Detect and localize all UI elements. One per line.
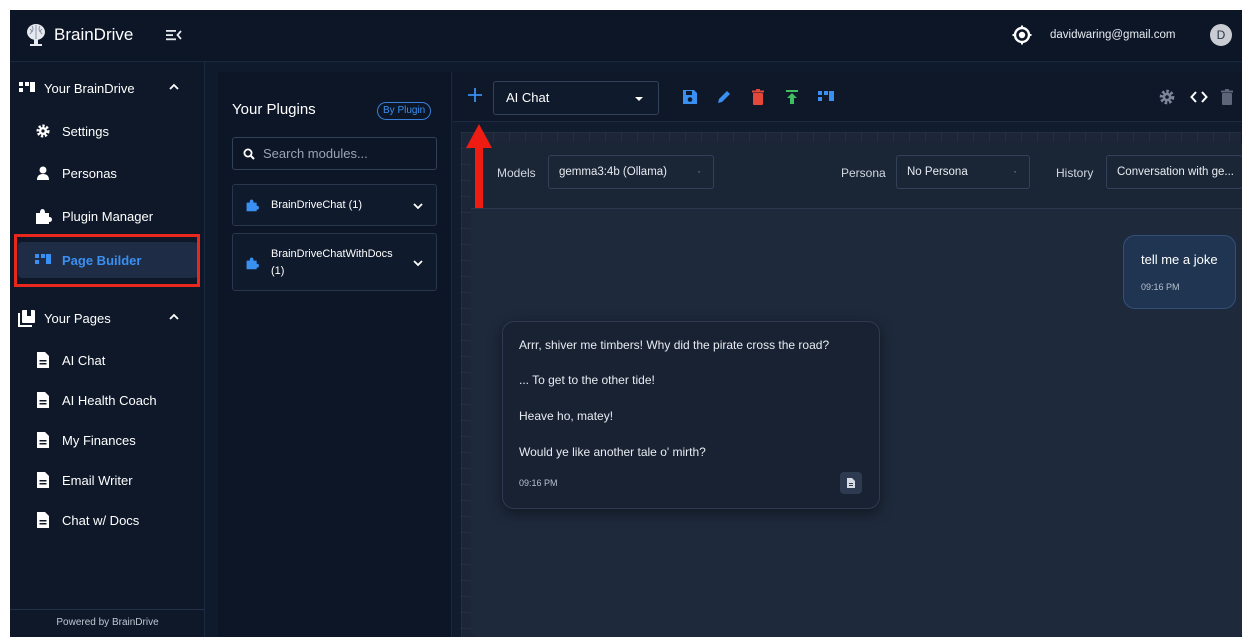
page-select-value: AI Chat — [506, 90, 550, 105]
brand-name: BrainDrive — [54, 25, 134, 44]
sidebar-item-label: Email Writer — [62, 472, 133, 488]
document-icon — [34, 391, 52, 409]
user-email[interactable]: davidwaring@gmail.com — [1050, 29, 1175, 41]
chevron-down-icon[interactable] — [412, 258, 424, 268]
plugins-title: Your Plugins — [232, 101, 316, 118]
view-toggle-button[interactable]: By Plugin — [377, 102, 432, 120]
sidebar-section-your-braindrive[interactable]: Your BrainDrive — [10, 72, 205, 104]
persona-label: Persona — [841, 166, 886, 180]
chat-module[interactable]: Models gemma3:4b (Ollama) · Persona No P… — [471, 142, 1242, 637]
publish-icon[interactable] — [783, 88, 801, 106]
document-icon — [34, 431, 52, 449]
search-icon — [243, 148, 255, 160]
sidebar-item-ai-chat[interactable]: AI Chat — [18, 342, 198, 378]
sidebar-item-email-writer[interactable]: Email Writer — [18, 462, 198, 498]
user-message-time: 09:16 PM — [1141, 282, 1180, 292]
assistant-message-line: Arrr, shiver me timbers! Why did the pir… — [519, 338, 830, 352]
puzzle-icon — [246, 199, 259, 212]
sidebar-item-my-finances[interactable]: My Finances — [18, 422, 198, 458]
chevron-up-icon — [169, 313, 179, 320]
sidebar-item-label: Plugin Manager — [62, 208, 154, 224]
chevron-up-icon — [169, 83, 179, 90]
history-select[interactable]: Conversation with ge... — [1106, 155, 1242, 189]
user-message-text: tell me a joke — [1141, 252, 1218, 267]
assistant-message-line: Would ye like another tale o' mirth? — [519, 445, 706, 459]
plugin-count: (1) — [271, 265, 285, 277]
search-input[interactable]: Search modules... — [232, 137, 437, 170]
sidebar-item-label: My Finances — [62, 432, 136, 448]
page-builder-workspace: AI Chat Models gemma3:4b (Ollama) · Pers… — [453, 72, 1242, 637]
sidebar-item-label: AI Chat — [62, 352, 106, 368]
sidebar-item-ai-health-coach[interactable]: AI Health Coach — [18, 382, 198, 418]
brain-logo-icon — [27, 24, 45, 46]
copy-button[interactable] — [840, 472, 862, 494]
plugins-panel: Your Plugins By Plugin Search modules...… — [218, 72, 452, 637]
user-message: tell me a joke 09:16 PM — [1123, 235, 1236, 309]
models-label: Models — [497, 166, 536, 180]
collapse-sidebar-icon[interactable] — [165, 27, 183, 43]
caret-down-icon — [635, 97, 643, 101]
plugin-card-braindrivechat[interactable]: BrainDriveChat (1) — [232, 184, 437, 226]
document-icon — [34, 511, 52, 529]
sidebar-section-label: Your BrainDrive — [44, 80, 135, 96]
history-select-value: Conversation with ge... — [1117, 166, 1234, 178]
chat-header: Models gemma3:4b (Ollama) · Persona No P… — [471, 142, 1242, 209]
chevron-down-icon[interactable] — [412, 201, 424, 211]
trash-icon[interactable] — [1218, 88, 1236, 106]
annotation-arrow-icon — [466, 124, 492, 208]
top-bar: BrainDrive davidwaring@gmail.com D — [10, 10, 1242, 62]
avatar[interactable]: D — [1210, 24, 1232, 46]
search-placeholder: Search modules... — [263, 146, 368, 161]
add-icon[interactable] — [466, 86, 484, 104]
sidebar-item-plugin-manager[interactable]: Plugin Manager — [18, 198, 198, 234]
pages-icon — [18, 310, 35, 327]
save-icon[interactable] — [681, 88, 699, 106]
assistant-message-line: ... To get to the other tide! — [519, 373, 655, 387]
copy-icon — [847, 478, 855, 488]
assistant-message: Arrr, shiver me timbers! Why did the pir… — [502, 321, 880, 509]
person-icon — [34, 164, 52, 182]
model-select[interactable]: gemma3:4b (Ollama) · — [548, 155, 714, 189]
theme-toggle-icon[interactable] — [1012, 25, 1032, 45]
page-builder-highlight — [14, 234, 200, 287]
puzzle-icon — [246, 257, 259, 270]
code-icon[interactable] — [1190, 88, 1208, 106]
settings-icon[interactable] — [1158, 88, 1176, 106]
sidebar: Your BrainDrive Settings Personas Plugin… — [10, 62, 205, 637]
document-icon — [34, 471, 52, 489]
model-select-value: gemma3:4b (Ollama) — [559, 166, 668, 178]
persona-select[interactable]: No Persona · — [896, 155, 1030, 189]
plugin-name: BrainDriveChat (1) — [271, 199, 363, 211]
app-window: BrainDrive davidwaring@gmail.com D Your … — [10, 10, 1242, 637]
sidebar-item-personas[interactable]: Personas — [18, 155, 198, 191]
dashboard-icon — [19, 82, 35, 92]
route-icon[interactable] — [817, 88, 835, 106]
plugin-name: BrainDriveChatWithDocs — [271, 248, 393, 260]
sidebar-item-chat-w-docs[interactable]: Chat w/ Docs — [18, 502, 198, 538]
brand[interactable]: BrainDrive — [24, 22, 133, 48]
gear-icon — [34, 122, 52, 140]
sidebar-section-your-pages[interactable]: Your Pages — [10, 302, 205, 334]
document-icon — [34, 351, 52, 369]
assistant-message-line: Heave ho, matey! — [519, 409, 614, 423]
edit-icon[interactable] — [715, 88, 733, 106]
history-label: History — [1056, 166, 1094, 180]
delete-icon[interactable] — [749, 88, 767, 106]
sidebar-item-label: Personas — [62, 165, 117, 181]
sidebar-item-label: Settings — [62, 123, 109, 139]
sidebar-footer: Powered by BrainDrive — [10, 609, 205, 637]
sidebar-item-label: AI Health Coach — [62, 392, 157, 408]
page-select[interactable]: AI Chat — [493, 81, 659, 115]
assistant-message-time: 09:16 PM — [519, 478, 558, 488]
plugin-card-braindrivechatwithdocs[interactable]: BrainDriveChatWithDocs (1) — [232, 233, 437, 291]
sidebar-item-settings[interactable]: Settings — [18, 113, 198, 149]
persona-select-value: No Persona — [907, 166, 968, 178]
sidebar-section-label: Your Pages — [44, 310, 111, 326]
sidebar-item-label: Chat w/ Docs — [62, 512, 140, 528]
builder-canvas[interactable]: Models gemma3:4b (Ollama) · Persona No P… — [461, 132, 1242, 637]
builder-toolbar: AI Chat — [453, 72, 1242, 122]
puzzle-icon — [34, 207, 52, 225]
